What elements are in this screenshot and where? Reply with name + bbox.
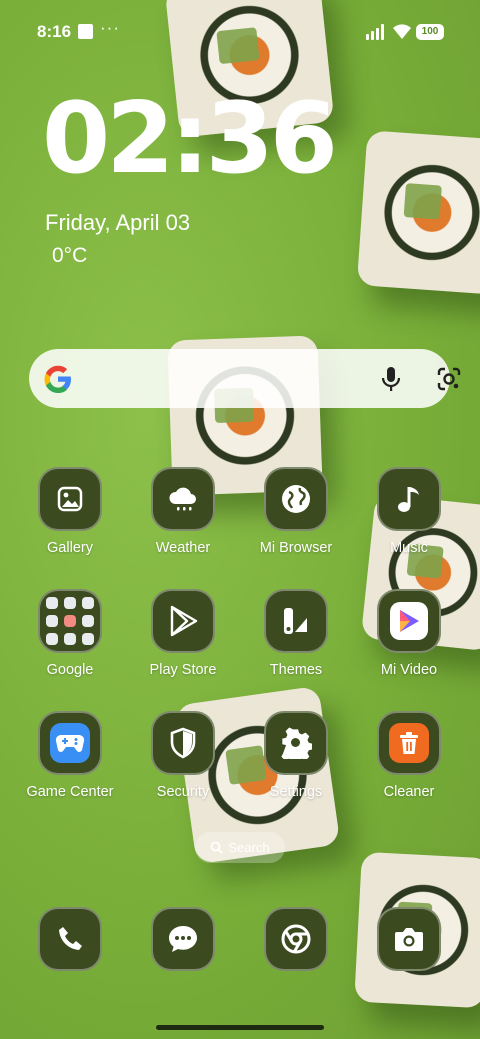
app-label: Security (156, 784, 210, 800)
notification-square-icon (78, 24, 93, 39)
gear-icon (264, 711, 328, 775)
home-indicator[interactable] (156, 1025, 324, 1030)
themes-icon (264, 589, 328, 653)
globe-icon (264, 467, 328, 531)
app-gallery[interactable]: Gallery (15, 467, 125, 556)
search-icon (210, 841, 224, 854)
app-game-center[interactable]: Game Center (15, 711, 125, 800)
app-cleaner[interactable]: Cleaner (354, 711, 464, 800)
more-notifications-indicator: ··· (100, 18, 120, 37)
play-store-icon (151, 589, 215, 653)
app-label: Gallery (47, 540, 93, 556)
music-note-icon (377, 467, 441, 531)
app-label: Mi Browser (259, 540, 333, 556)
app-mi-browser[interactable]: Mi Browser (241, 467, 351, 556)
app-mi-video[interactable]: Mi Video (354, 589, 464, 678)
app-label: Settings (269, 784, 323, 800)
google-lens-icon[interactable] (435, 365, 463, 393)
folder-google[interactable]: Google (15, 589, 125, 678)
app-label: Play Store (149, 662, 217, 678)
dock-camera[interactable] (354, 907, 464, 971)
gallery-icon (38, 467, 102, 531)
status-time: 8:16 (37, 22, 72, 41)
dock-phone[interactable] (15, 907, 125, 971)
app-label: Music (390, 540, 428, 556)
messages-icon (151, 907, 215, 971)
signal-icon (366, 24, 386, 40)
shield-icon (151, 711, 215, 775)
phone-icon (38, 907, 102, 971)
folder-icon (38, 589, 102, 653)
google-search-bar[interactable] (29, 349, 461, 408)
weather-icon (151, 467, 215, 531)
dock-chrome[interactable] (241, 907, 351, 971)
search-pill-label: Search (228, 840, 270, 855)
app-themes[interactable]: Themes (241, 589, 351, 678)
battery-icon: 100 (416, 24, 444, 40)
app-weather[interactable]: Weather (128, 467, 238, 556)
app-label: Game Center (26, 784, 114, 800)
app-label: Mi Video (380, 662, 438, 678)
app-label: Weather (155, 540, 211, 556)
app-security[interactable]: Security (128, 711, 238, 800)
wifi-icon (393, 24, 411, 39)
dock-messages[interactable] (128, 907, 238, 971)
app-search-pill[interactable]: Search (195, 832, 285, 863)
mi-video-icon (377, 589, 441, 653)
app-music[interactable]: Music (354, 467, 464, 556)
camera-icon (377, 907, 441, 971)
gamepad-icon (38, 711, 102, 775)
app-play-store[interactable]: Play Store (128, 589, 238, 678)
app-settings[interactable]: Settings (241, 711, 351, 800)
mic-icon[interactable] (379, 365, 403, 393)
clock-date[interactable]: Friday, April 03 (45, 210, 190, 236)
chrome-icon (264, 907, 328, 971)
trash-icon (377, 711, 441, 775)
app-label: Cleaner (383, 784, 435, 800)
clock-time[interactable]: 02:36 (42, 90, 338, 188)
sushi-roll (356, 130, 480, 295)
google-g-icon (44, 365, 71, 393)
status-bar: 8:16 ··· 100 (0, 0, 480, 64)
app-label: Google (46, 662, 94, 678)
weather-temperature[interactable]: 0°C (52, 244, 87, 268)
app-label: Themes (269, 662, 323, 678)
